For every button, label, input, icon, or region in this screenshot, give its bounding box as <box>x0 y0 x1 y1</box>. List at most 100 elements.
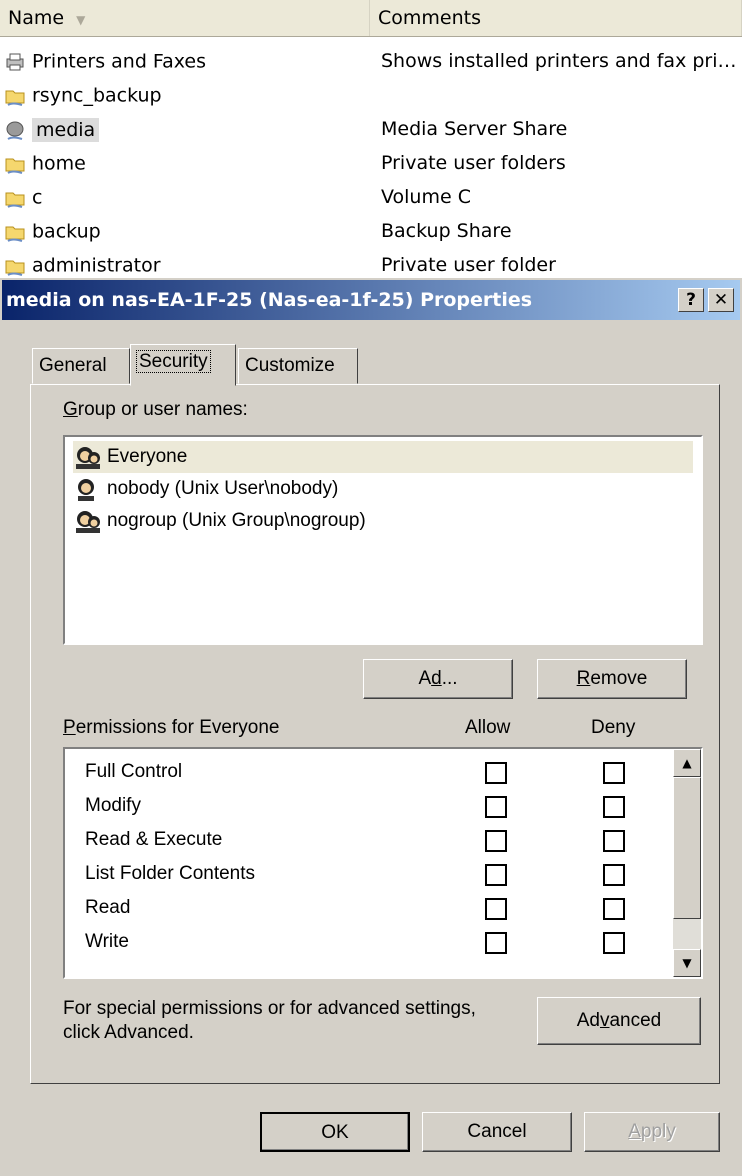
advanced-hint-line-2: click Advanced. <box>63 1022 194 1043</box>
permissions-label: Permissions for Everyone <box>63 717 280 738</box>
list-item[interactable]: nogroup (Unix Group\nogroup) <box>73 505 693 537</box>
ok-button[interactable]: OK <box>260 1112 410 1152</box>
item-name: administrator <box>32 254 161 277</box>
permission-name: List Folder Contents <box>85 863 256 884</box>
item-name: c <box>32 186 43 209</box>
shared-folder-icon <box>5 90 25 106</box>
allow-column-label: Allow <box>465 717 511 738</box>
allow-checkbox[interactable] <box>485 864 507 886</box>
add-button[interactable]: Ad... <box>363 659 513 699</box>
advanced-hint: For special permissions or for advanced … <box>63 997 476 1045</box>
list-item[interactable]: home Private user folders <box>0 146 742 180</box>
shared-folder-icon <box>5 192 25 208</box>
deny-checkbox[interactable] <box>603 898 625 920</box>
list-item[interactable]: nobody (Unix User\nobody) <box>73 473 693 505</box>
column-comments-label: Comments <box>378 7 481 29</box>
allow-checkbox[interactable] <box>485 932 507 954</box>
permission-row: Read & Execute <box>65 823 671 857</box>
item-comment: Backup Share <box>381 220 512 242</box>
permission-row: List Folder Contents <box>65 857 671 891</box>
properties-dialog: media on nas-EA-1F-25 (Nas-ea-1f-25) Pro… <box>0 278 742 1176</box>
list-item[interactable]: Printers and Faxes Shows installed print… <box>0 44 742 78</box>
deny-checkbox[interactable] <box>603 932 625 954</box>
permission-name: Full Control <box>85 761 183 782</box>
column-header-comments[interactable]: Comments <box>370 0 742 36</box>
item-comment: Shows installed printers and fax pri… <box>381 50 737 72</box>
tab-label: Security <box>136 350 211 373</box>
deny-column-label: Deny <box>591 717 636 738</box>
column-name-label: Name <box>8 7 65 29</box>
tab-security[interactable]: Security <box>130 344 236 386</box>
tab-label: Customize <box>245 355 335 376</box>
shared-folder-icon <box>5 260 25 276</box>
allow-checkbox[interactable] <box>485 830 507 852</box>
item-comment: Private user folders <box>381 152 566 174</box>
deny-checkbox[interactable] <box>603 796 625 818</box>
permission-name: Modify <box>85 795 141 816</box>
dialog-title: media on nas-EA-1F-25 (Nas-ea-1f-25) Pro… <box>6 289 533 311</box>
list-item[interactable]: rsync_backup <box>0 78 742 112</box>
allow-checkbox[interactable] <box>485 898 507 920</box>
user-name: nobody (Unix User\nobody) <box>107 478 339 499</box>
item-comment: Private user folder <box>381 254 556 276</box>
security-panel: Group or user names: Everyone nobody (Un… <box>30 384 720 1084</box>
vertical-scrollbar[interactable]: ▲ ▼ <box>673 749 701 977</box>
scroll-down-button[interactable]: ▼ <box>673 949 701 977</box>
item-name: home <box>32 152 86 175</box>
user-group-icon <box>76 446 100 469</box>
arrow-down-icon: ▼ <box>682 956 692 970</box>
permission-row: Write <box>65 925 671 959</box>
user-name: nogroup (Unix Group\nogroup) <box>107 510 366 531</box>
deny-checkbox[interactable] <box>603 762 625 784</box>
list-header: Name ▼ Comments <box>0 0 742 37</box>
user-listbox[interactable]: Everyone nobody (Unix User\nobody) nogro… <box>63 435 703 645</box>
printer-icon <box>6 53 24 70</box>
deny-checkbox[interactable] <box>603 830 625 852</box>
scroll-up-button[interactable]: ▲ <box>673 749 701 777</box>
user-group-icon <box>76 510 100 533</box>
help-icon: ? <box>686 290 696 310</box>
network-drive-icon <box>6 121 24 140</box>
allow-checkbox[interactable] <box>485 796 507 818</box>
close-icon: ✕ <box>713 290 729 310</box>
group-user-label: Group or user names: <box>63 399 248 420</box>
user-name: Everyone <box>107 446 188 467</box>
column-header-name[interactable]: Name ▼ <box>0 0 370 36</box>
tab-general[interactable]: General <box>32 348 130 384</box>
permission-name: Read & Execute <box>85 829 223 850</box>
permissions-list: Full Control Modify Read & Execute List … <box>63 747 703 979</box>
permission-row: Modify <box>65 789 671 823</box>
allow-checkbox[interactable] <box>485 762 507 784</box>
advanced-button[interactable]: Advanced <box>537 997 701 1045</box>
item-name: Printers and Faxes <box>32 50 207 73</box>
item-comment: Volume C <box>381 186 471 208</box>
permission-name: Write <box>85 931 129 952</box>
close-button[interactable]: ✕ <box>708 288 734 312</box>
cancel-button[interactable]: Cancel <box>422 1112 572 1152</box>
scroll-thumb[interactable] <box>673 777 701 919</box>
permission-row: Read <box>65 891 671 925</box>
list-item[interactable]: backup Backup Share <box>0 214 742 248</box>
tab-customize[interactable]: Customize <box>238 348 358 384</box>
item-name: rsync_backup <box>32 84 162 107</box>
deny-checkbox[interactable] <box>603 864 625 886</box>
user-icon <box>78 478 94 501</box>
help-button[interactable]: ? <box>678 288 704 312</box>
title-bar[interactable]: media on nas-EA-1F-25 (Nas-ea-1f-25) Pro… <box>2 280 740 320</box>
list-item[interactable]: Everyone <box>73 441 693 473</box>
apply-button: Apply <box>584 1112 720 1152</box>
sort-arrow-icon: ▼ <box>76 13 86 27</box>
item-comment: Media Server Share <box>381 118 568 140</box>
list-item[interactable]: administrator Private user folder <box>0 248 742 282</box>
shared-folder-icon <box>5 158 25 174</box>
list-item[interactable]: c Volume C <box>0 180 742 214</box>
remove-button[interactable]: Remove <box>537 659 687 699</box>
permission-name: Read <box>85 897 131 918</box>
shared-folder-icon <box>5 226 25 242</box>
item-name: backup <box>32 220 101 243</box>
arrow-up-icon: ▲ <box>682 756 692 770</box>
list-item[interactable]: media Media Server Share <box>0 112 742 146</box>
permission-row: Full Control <box>65 755 671 789</box>
item-name: media <box>32 117 100 142</box>
tab-label: General <box>39 355 107 376</box>
